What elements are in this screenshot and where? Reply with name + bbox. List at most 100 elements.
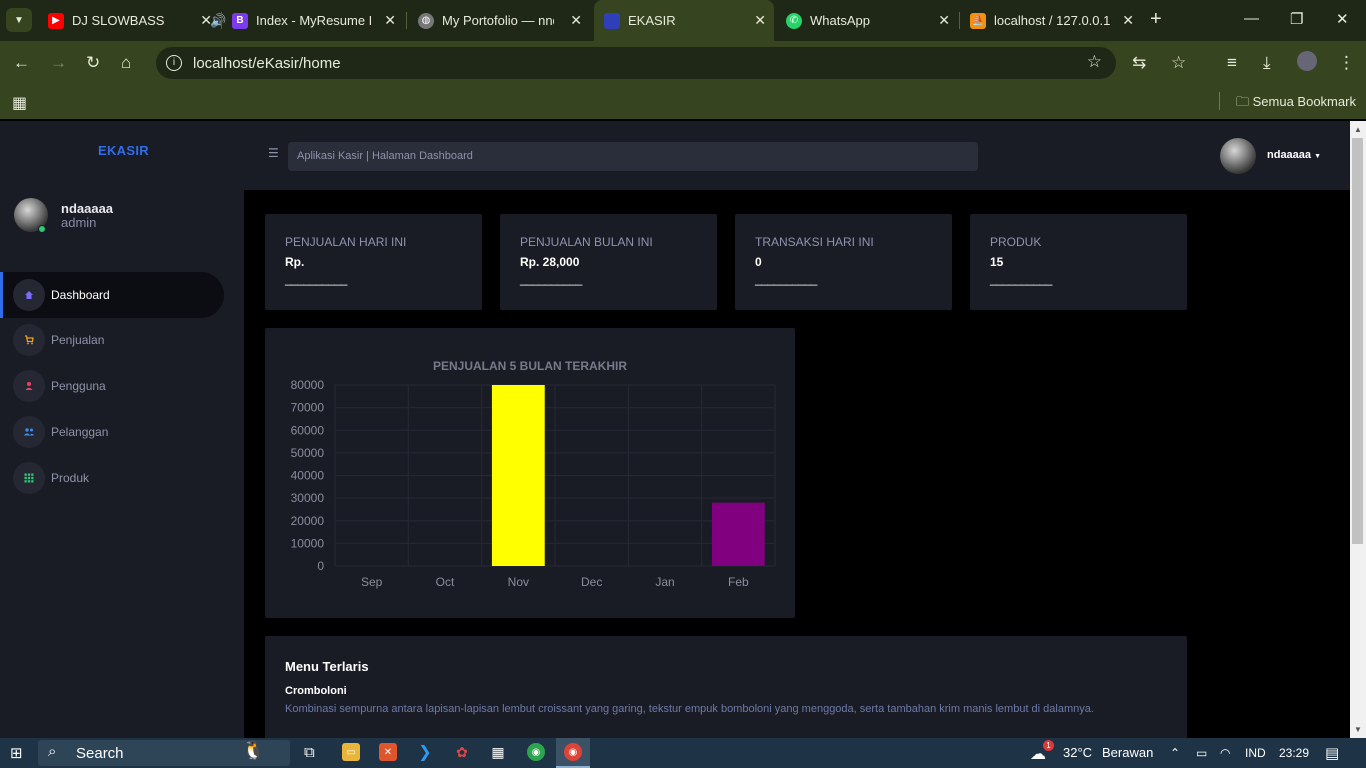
scroll-thumb[interactable]: [1352, 138, 1363, 544]
stat-value: Rp.: [285, 255, 305, 269]
sidebar-item-label: Pengguna: [51, 379, 106, 393]
sidebar-item-pelanggan[interactable]: Pelanggan: [0, 409, 224, 455]
globe-icon: ◍: [418, 12, 434, 29]
browser-tab[interactable]: ✆ WhatsApp ✕: [776, 0, 958, 41]
site-info-icon[interactable]: i: [166, 55, 182, 71]
stat-label: TRANSAKSI HARI INI: [755, 235, 874, 249]
battery-icon[interactable]: ▭: [1196, 746, 1207, 760]
tray-chevron-up-icon[interactable]: ⌃: [1170, 746, 1180, 760]
page-scrollbar[interactable]: ▲ ▼: [1350, 121, 1366, 738]
tab-title: EKASIR: [628, 13, 676, 28]
all-bookmarks-button[interactable]: 🗀 Semua Bookmark: [1236, 93, 1356, 115]
media-control-icon[interactable]: ≡: [1227, 53, 1237, 73]
translate-icon[interactable]: ⇆: [1132, 53, 1146, 73]
brand-logo[interactable]: EKASIR: [98, 143, 149, 158]
sidebar-item-label: Produk: [51, 471, 90, 485]
chrome-active-icon[interactable]: ◉: [564, 743, 582, 761]
y-tick-label: 50000: [291, 446, 325, 460]
file-explorer-icon[interactable]: ▭: [342, 743, 360, 761]
bar-chart: 0 10000 20000 30000 40000 50000 60000 70000 8000…: [291, 378, 776, 589]
close-tab-icon[interactable]: ✕: [754, 12, 766, 29]
scroll-up-arrow-icon[interactable]: ▲: [1354, 125, 1362, 134]
reload-icon[interactable]: ↻: [86, 53, 100, 73]
tab-title: DJ SLOWBASS TE: [72, 13, 167, 28]
input-language[interactable]: IND: [1245, 746, 1266, 760]
browser-tab[interactable]: ▶ DJ SLOWBASS TE 🔊 ✕: [38, 0, 226, 41]
windows-taskbar: ⊞ ⌕ Search 🐧 ⧉ ▭ ✕ ❯ ✿ ▦ ◉ ◉ ☁ 1 32°C Be…: [0, 738, 1366, 768]
sidebar-item-produk[interactable]: Produk: [0, 455, 224, 501]
wifi-icon[interactable]: ◠: [1220, 746, 1230, 760]
user-icon: [13, 370, 45, 402]
task-view-icon[interactable]: ⧉: [304, 744, 315, 761]
new-tab-icon[interactable]: +: [1150, 8, 1162, 31]
chrome-icon[interactable]: ◉: [527, 743, 545, 761]
stat-card-transaksi-hari-ini: TRANSAKSI HARI INI 0 __________: [735, 214, 952, 310]
sidebar-item-label: Pelanggan: [51, 425, 109, 439]
bookmark-star-icon[interactable]: ☆: [1087, 52, 1102, 72]
sidebar-item-pengguna[interactable]: Pengguna: [0, 363, 224, 409]
profile-avatar-icon[interactable]: [1297, 51, 1317, 71]
address-bar[interactable]: i localhost/eKasir/home ☆: [156, 47, 1116, 79]
x-tick-label: Sep: [361, 575, 383, 589]
app-icon: [604, 12, 620, 29]
all-bookmarks-label: Semua Bookmark: [1252, 94, 1356, 109]
close-tab-icon[interactable]: ✕: [384, 12, 396, 29]
hamburger-menu-icon[interactable]: ☰: [268, 146, 279, 160]
x-tick-label: Jan: [655, 575, 674, 589]
download-icon[interactable]: ⤓: [1263, 53, 1271, 73]
browser-tab[interactable]: ◍ My Portofolio — nnd ✕: [408, 0, 590, 41]
scroll-down-arrow-icon[interactable]: ▼: [1354, 725, 1362, 734]
user-menu-dropdown[interactable]: ndaaaaa ▼: [1267, 149, 1321, 161]
home-icon[interactable]: ⌂: [121, 53, 131, 73]
sidebar-item-dashboard[interactable]: Dashboard: [0, 272, 224, 318]
minimize-icon[interactable]: —: [1244, 10, 1259, 27]
git-app-icon[interactable]: ✿: [453, 743, 471, 761]
apps-grid-icon[interactable]: ▦: [12, 93, 27, 113]
notification-icon[interactable]: ▤: [1325, 744, 1339, 762]
navbar-username: ndaaaaa: [1267, 149, 1312, 161]
sidebar-item-penjualan[interactable]: Penjualan: [0, 317, 224, 363]
tab-search-chevron-icon[interactable]: ▼: [6, 8, 32, 32]
close-tab-icon[interactable]: ✕: [570, 12, 582, 29]
stat-underline: __________: [755, 272, 817, 286]
bookmarks-bar: ▦ 🗀 Semua Bookmark: [0, 85, 1366, 119]
url-text[interactable]: localhost/eKasir/home: [193, 55, 341, 72]
store-icon[interactable]: ▦: [489, 743, 507, 761]
back-icon[interactable]: ←: [13, 53, 30, 73]
y-tick-label: 10000: [291, 536, 325, 550]
browser-tab[interactable]: B Index - MyResume Bo ✕: [222, 0, 404, 41]
xampp-icon[interactable]: ✕: [379, 743, 397, 761]
y-tick-label: 60000: [291, 423, 325, 437]
y-tick-label: 40000: [291, 469, 325, 483]
favorites-icon[interactable]: ☆: [1171, 53, 1186, 73]
navbar-avatar[interactable]: [1220, 138, 1256, 174]
search-highlight-icon: 🐧: [242, 740, 265, 760]
browser-tab[interactable]: ⛵ localhost / 127.0.0.1 / ✕: [960, 0, 1142, 41]
stat-value: Rp. 28,000: [520, 255, 580, 269]
sidebar: EKASIR ndaaaaa admin Dashboard Penjualan…: [0, 121, 244, 738]
stat-card-penjualan-hari-ini: PENJUALAN HARI INI Rp. __________: [265, 214, 482, 310]
windows-start-icon[interactable]: ⊞: [10, 744, 23, 762]
best-seller-item-name: Cromboloni: [285, 685, 347, 697]
vscode-icon[interactable]: ❯: [416, 743, 434, 761]
sidebar-item-label: Penjualan: [51, 333, 105, 347]
phpmyadmin-icon: ⛵: [970, 12, 986, 29]
weather-description[interactable]: Berawan: [1102, 745, 1153, 760]
taskbar-search[interactable]: ⌕ Search 🐧: [38, 740, 290, 766]
restore-icon[interactable]: ❐: [1290, 10, 1303, 28]
sales-chart-card: PENJUALAN 5 BULAN TERAKHIR 0 10000 20000 30…: [265, 328, 795, 618]
more-menu-icon[interactable]: ⋮: [1338, 53, 1355, 73]
y-tick-label: 70000: [291, 401, 325, 415]
stat-underline: __________: [990, 272, 1052, 286]
close-window-icon[interactable]: ✕: [1336, 10, 1349, 28]
stat-underline: __________: [285, 272, 347, 286]
close-tab-icon[interactable]: ✕: [200, 12, 212, 29]
best-seller-card: Menu Terlaris Cromboloni Kombinasi sempu…: [265, 636, 1187, 738]
browser-tab-active[interactable]: EKASIR ✕: [594, 0, 774, 41]
forward-icon[interactable]: →: [50, 53, 67, 73]
close-tab-icon[interactable]: ✕: [938, 12, 950, 29]
caret-down-icon: ▼: [1314, 153, 1322, 160]
clock[interactable]: 23:29: [1279, 746, 1309, 760]
weather-temperature[interactable]: 32°C: [1063, 745, 1092, 760]
close-tab-icon[interactable]: ✕: [1122, 12, 1134, 29]
